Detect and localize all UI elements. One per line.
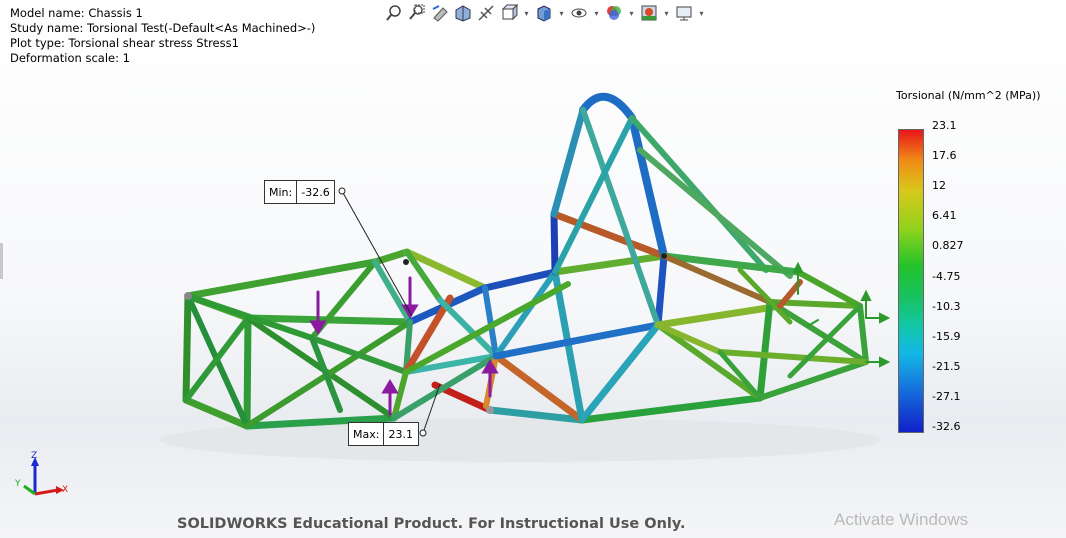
min-callout[interactable]: Min: -32.6	[264, 180, 335, 204]
chevron-down-icon[interactable]: ▾	[662, 9, 671, 18]
legend-tick-label: -32.6	[932, 420, 961, 433]
legend-tick-label: 23.1	[932, 119, 957, 132]
hide-show-icon[interactable]	[569, 3, 589, 23]
heads-up-view-toolbar: ▾ ▾ ▾ ▾ ▾ ▾	[384, 2, 706, 24]
legend-tick-label: -4.75	[932, 269, 961, 283]
model-name-text: Model name: Chassis 1	[10, 6, 143, 20]
chassis-frame	[160, 92, 891, 462]
legend-tick-label: 0.827	[932, 239, 964, 253]
legend-tick-label: -10.3	[932, 299, 961, 313]
view-settings-icon[interactable]	[674, 3, 694, 23]
study-name-text: Study name: Torsional Test(-Default<As M…	[10, 21, 316, 35]
legend-tick-label: -15.9	[932, 329, 961, 343]
triad-x-label: X	[62, 485, 68, 495]
edit-appearance-icon[interactable]	[604, 3, 624, 23]
legend-tick-label: 12	[932, 179, 946, 193]
study-info: Model name: Chassis 1 Study name: Torsio…	[10, 6, 315, 66]
min-leader-handle[interactable]	[338, 187, 346, 195]
chevron-down-icon[interactable]: ▾	[522, 9, 531, 18]
view-orientation-icon[interactable]	[499, 3, 519, 23]
zoom-to-fit-icon[interactable]	[384, 3, 404, 23]
min-callout-value: -32.6	[301, 185, 330, 199]
previous-view-icon[interactable]	[430, 3, 450, 23]
chevron-down-icon[interactable]: ▾	[557, 9, 566, 18]
legend-tick-label: -21.5	[932, 359, 961, 373]
triad-y-label: Y	[14, 479, 21, 489]
max-callout-value: 23.1	[388, 427, 413, 441]
stress-color-bar[interactable]	[898, 129, 924, 433]
legend-tick-label: 6.41	[932, 209, 957, 223]
apply-scene-icon[interactable]	[639, 3, 659, 23]
dynamic-annotation-icon[interactable]	[476, 3, 496, 23]
min-callout-label: Min:	[265, 181, 298, 203]
triad-z-label: Z	[31, 451, 37, 461]
max-callout-label: Max:	[349, 423, 385, 445]
chevron-down-icon[interactable]: ▾	[627, 9, 636, 18]
legend-tick-label: 17.6	[932, 149, 957, 163]
coordinate-triad: Z X Y	[14, 451, 68, 496]
display-style-icon[interactable]	[534, 3, 554, 23]
legend-title: Torsional (N/mm^2 (MPa))	[896, 89, 1041, 102]
activate-windows-watermark: Activate Windows	[834, 510, 969, 529]
chevron-down-icon[interactable]: ▾	[592, 9, 601, 18]
chevron-down-icon[interactable]: ▾	[697, 9, 706, 18]
educational-watermark: SOLIDWORKS Educational Product. For Inst…	[177, 516, 686, 532]
zoom-area-icon[interactable]	[407, 3, 427, 23]
max-leader-handle[interactable]	[419, 429, 427, 437]
section-view-icon[interactable]	[453, 3, 473, 23]
max-callout[interactable]: Max: 23.1	[348, 422, 420, 446]
plot-type-text: Plot type: Torsional shear stress Stress…	[10, 36, 239, 50]
legend-tick-label: -27.1	[932, 389, 961, 403]
deformation-scale-text: Deformation scale: 1	[10, 51, 130, 65]
